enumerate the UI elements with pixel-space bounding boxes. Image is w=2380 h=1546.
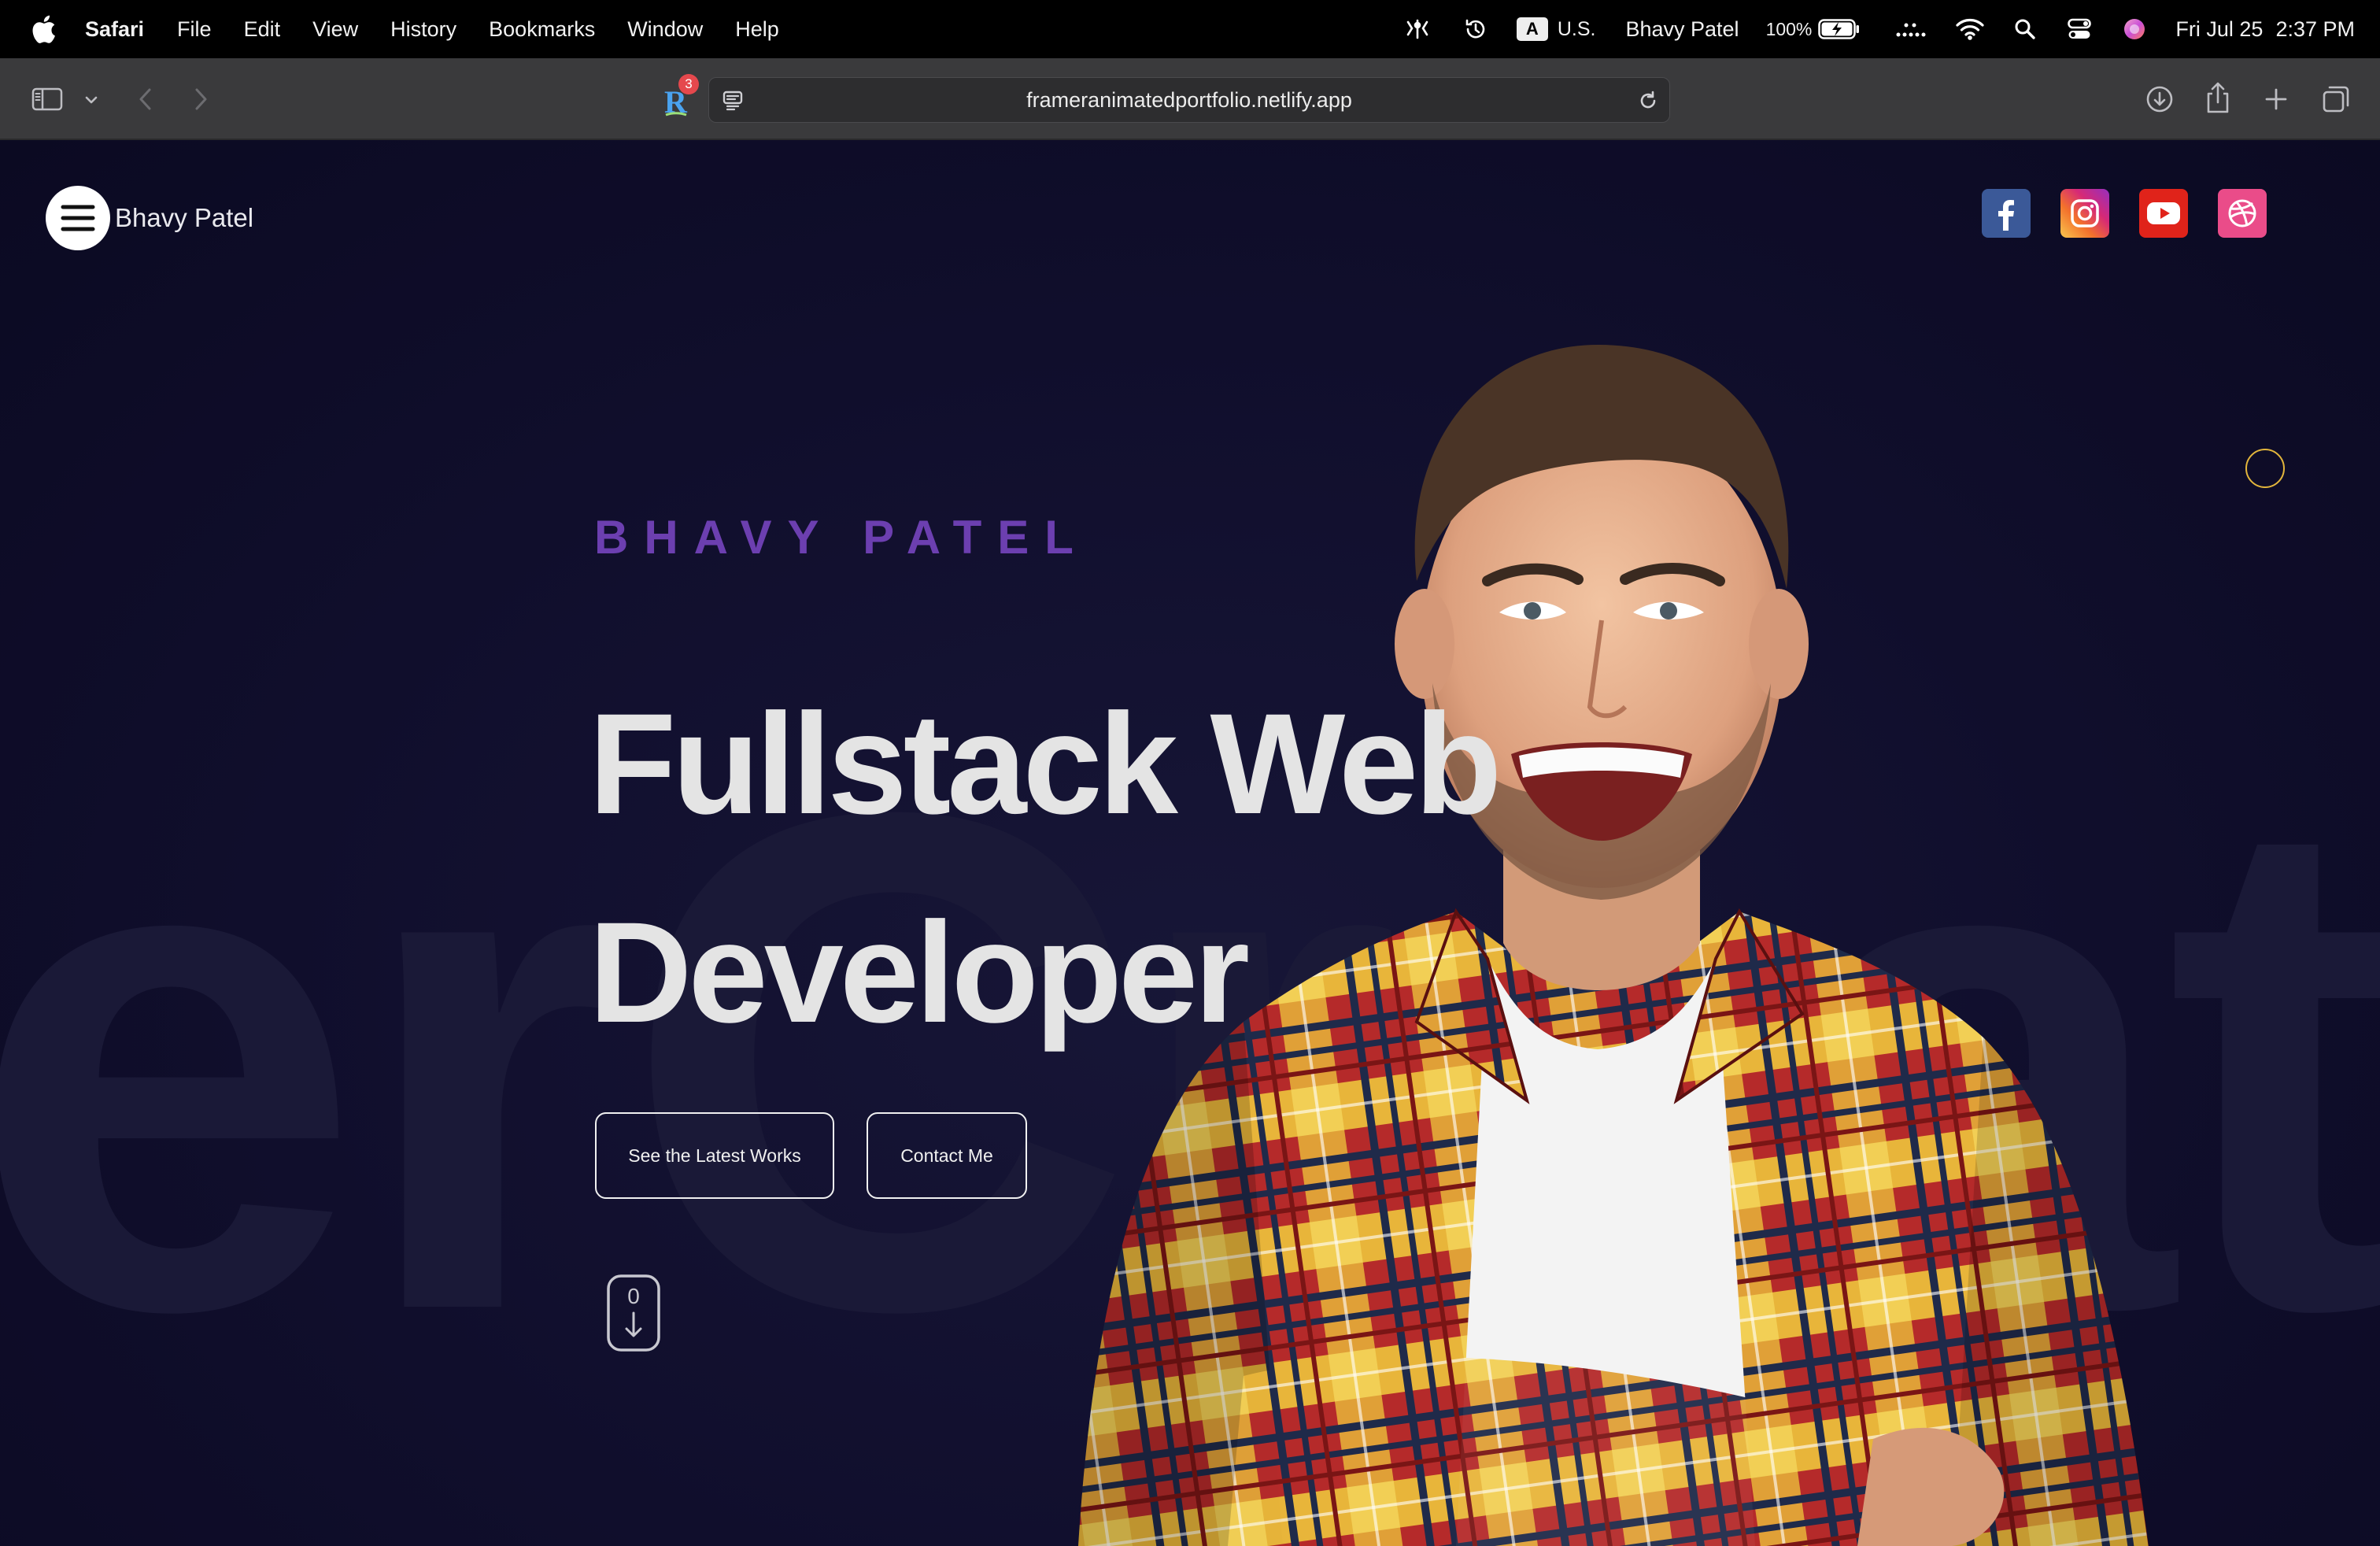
control-center-icon[interactable] (2067, 18, 2092, 40)
social-links (1952, 189, 2267, 238)
wifi-icon[interactable] (1955, 18, 1985, 40)
spotlight-search-icon[interactable] (2013, 18, 2037, 40)
menu-edit[interactable]: Edit (244, 17, 281, 42)
menu-file[interactable]: File (177, 17, 212, 42)
menu-view[interactable]: View (312, 17, 358, 42)
sidebar-toggle-icon[interactable] (30, 83, 65, 115)
reload-icon[interactable] (1635, 87, 1661, 114)
back-icon[interactable] (134, 83, 157, 115)
menu-bar: Safari File Edit View History Bookmarks … (0, 0, 2380, 58)
scroll-indicator-digit: 0 (627, 1284, 640, 1308)
sidebar-menu-chevron-icon[interactable] (82, 88, 101, 112)
instagram-icon[interactable] (2060, 189, 2109, 238)
menu-app-safari[interactable]: Safari (85, 17, 144, 42)
contact-me-button[interactable]: Contact Me (867, 1112, 1027, 1199)
browser-toolbar: R 3 frameranimatedportfolio.netlify.app (0, 58, 2380, 140)
site-brand-name[interactable]: Bhavy Patel (115, 203, 253, 233)
extension-badge-count: 3 (678, 74, 699, 94)
input-source-label[interactable]: U.S. (1558, 18, 1596, 41)
address-bar[interactable]: frameranimatedportfolio.netlify.app (708, 77, 1670, 123)
apple-logo-icon[interactable] (30, 14, 57, 44)
hamburger-icon (61, 205, 95, 231)
forward-icon[interactable] (189, 83, 213, 115)
new-tab-icon[interactable] (2260, 82, 2292, 117)
site-header-logo[interactable]: Bhavy Patel (46, 186, 253, 250)
hero-headline-line-2: Developer (589, 892, 1250, 1052)
see-latest-works-button[interactable]: See the Latest Works (595, 1112, 834, 1199)
menu-bookmarks[interactable]: Bookmarks (489, 17, 595, 42)
menubar-user-name[interactable]: Bhavy Patel (1625, 17, 1739, 42)
hero-headline: Fullstack Web Developer (589, 660, 1533, 1077)
battery-charging-icon[interactable] (1818, 19, 1861, 39)
hero-eyebrow-name: BHAVY PATEL (594, 511, 1089, 564)
facebook-icon[interactable] (1982, 189, 2031, 238)
hero-headline-line-1: Fullstack Web (589, 683, 1502, 844)
tab-overview-icon[interactable] (2319, 82, 2353, 117)
menu-help[interactable]: Help (735, 17, 779, 42)
portfolio-page: erCreato Bhavy Patel (0, 140, 2380, 1546)
airdrop-icon[interactable] (1400, 17, 1435, 41)
hamburger-menu-button[interactable] (46, 186, 110, 250)
focus-dots-icon[interactable] (1895, 20, 1927, 38)
input-source-badge[interactable]: A (1516, 17, 1548, 41)
menubar-date[interactable]: Fri Jul 25 (2175, 17, 2263, 42)
extension-r-icon[interactable]: R 3 (656, 74, 699, 121)
scroll-down-indicator-icon[interactable]: 0 (606, 1274, 661, 1352)
youtube-icon[interactable] (2139, 189, 2188, 238)
downloads-icon[interactable] (2142, 82, 2177, 117)
url-text[interactable]: frameranimatedportfolio.netlify.app (709, 78, 1669, 122)
dribbble-icon[interactable] (2218, 189, 2267, 238)
menu-history[interactable]: History (390, 17, 456, 42)
battery-percent: 100% (1765, 18, 1813, 39)
menu-window[interactable]: Window (627, 17, 703, 42)
time-machine-icon[interactable] (1462, 17, 1490, 42)
share-icon[interactable] (2201, 79, 2235, 117)
menubar-time[interactable]: 2:37 PM (2275, 17, 2355, 42)
siri-icon[interactable] (2122, 17, 2147, 41)
custom-cursor-ring (2245, 449, 2285, 488)
